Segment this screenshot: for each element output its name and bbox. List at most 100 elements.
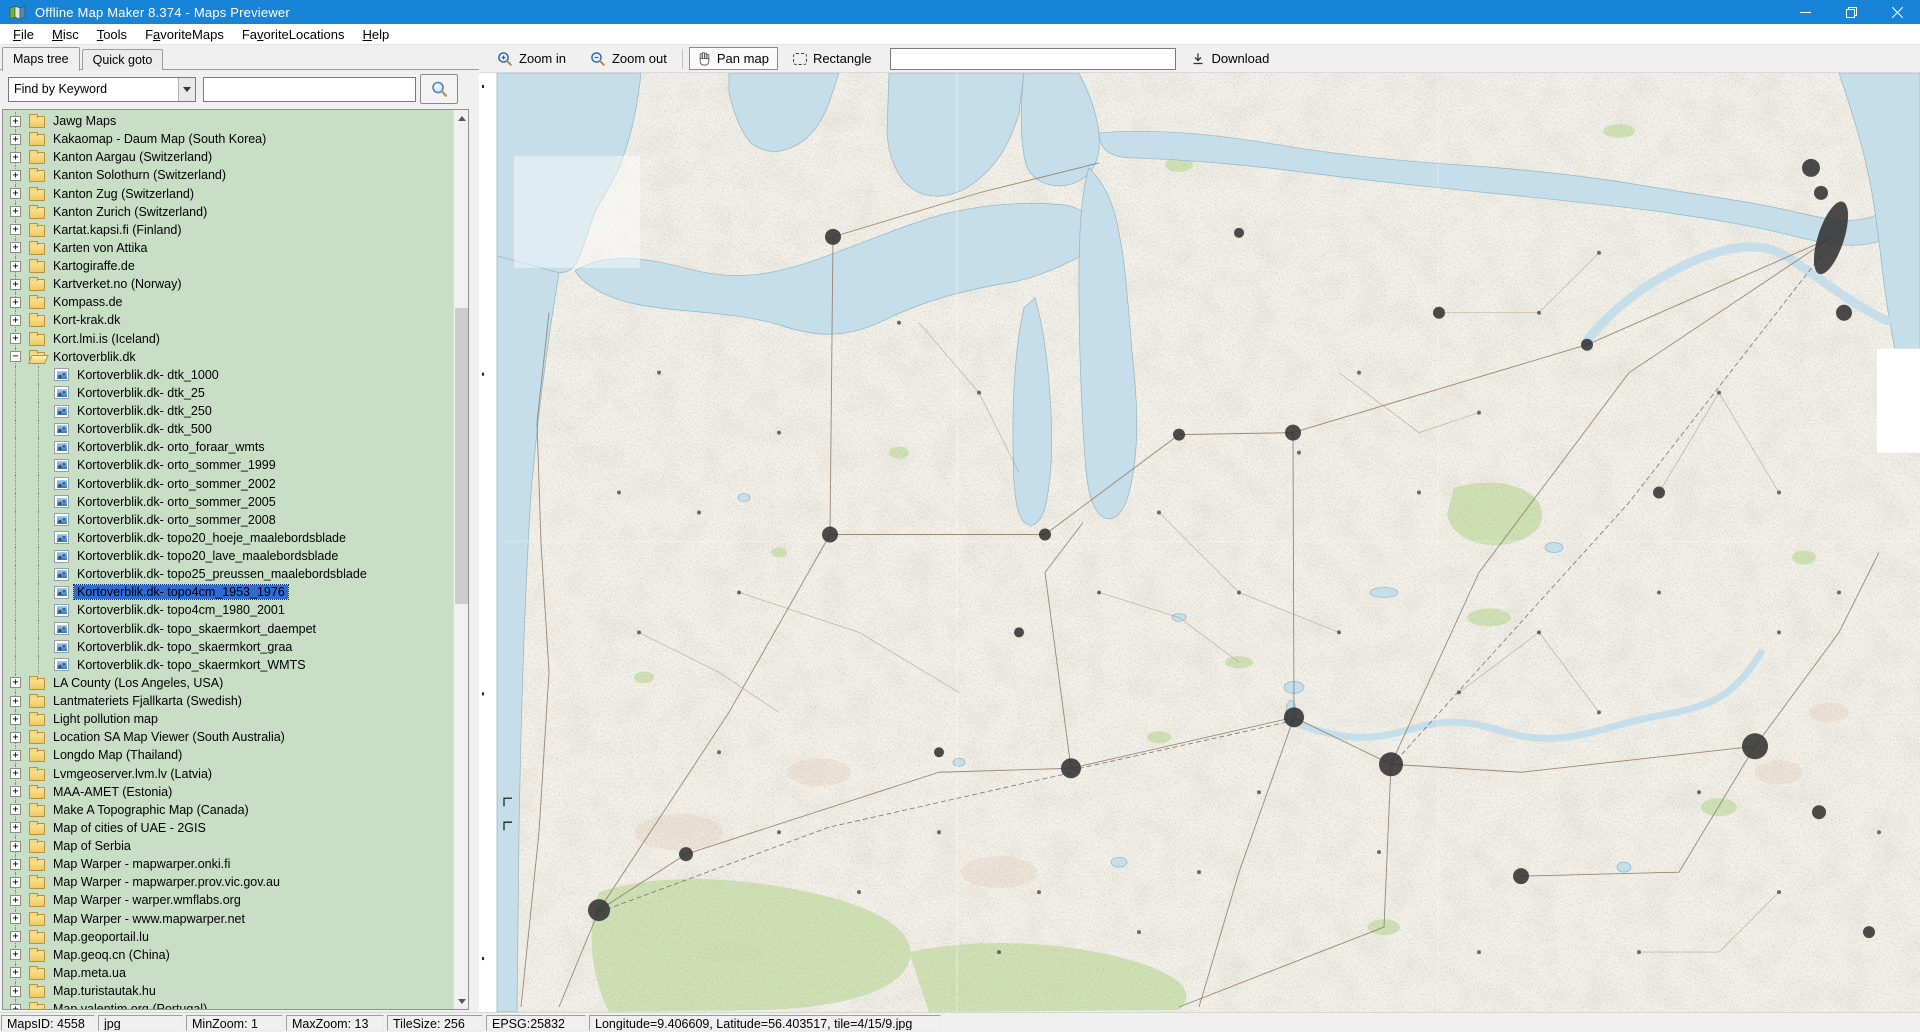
tree-item-label[interactable]: Map Warper - warper.wmflabs.org [50,893,244,907]
expand-icon[interactable]: + [10,714,21,725]
menu-item-tools[interactable]: Tools [88,25,136,44]
expand-icon[interactable]: + [10,677,21,688]
map-preview[interactable] [479,72,1920,1012]
tree-item-label[interactable]: Kortoverblik.dk- topo20_hoeje_maalebords… [74,531,349,545]
tree-item-label[interactable]: Kompass.de [50,295,125,309]
scroll-down-icon[interactable] [454,993,469,1009]
tree-item-label[interactable]: Kortoverblik.dk- topo4cm_1953_1976 [74,585,288,599]
tree-subitem[interactable]: Kortoverblik.dk- orto_foraar_wmts [3,438,453,456]
tree-item-label[interactable]: Light pollution map [50,712,161,726]
tree-item-label[interactable]: Make A Topographic Map (Canada) [50,803,252,817]
tree-subitem[interactable]: Kortoverblik.dk- topo_skaermkort_WMTS [3,656,453,674]
expand-icon[interactable]: + [10,116,21,127]
tree-item-label[interactable]: Kortoverblik.dk [50,350,139,364]
minimize-button[interactable] [1782,0,1828,24]
tree-item-label[interactable]: Kortoverblik.dk- dtk_1000 [74,368,222,382]
tree-item-label[interactable]: Kortoverblik.dk- topo_skaermkort_daempet [74,622,319,636]
tree-subitem[interactable]: Kortoverblik.dk- orto_sommer_1999 [3,456,453,474]
tree-item-label[interactable]: Kakaomap - Daum Map (South Korea) [50,132,269,146]
tree-item-label[interactable]: Longdo Map (Thailand) [50,748,185,762]
tree-item-label[interactable]: Kort.lmi.is (Iceland) [50,332,163,346]
tree-item-label[interactable]: Kortoverblik.dk- topo25_preussen_maalebo… [74,567,370,581]
tree-item-label[interactable]: Jawg Maps [50,114,119,128]
tree-item[interactable]: +Kartat.kapsi.fi (Finland) [3,221,453,239]
tree-item-label[interactable]: Map.valentim.org (Portugal) [50,1002,210,1009]
dropdown-button[interactable] [178,78,195,101]
expand-icon[interactable]: + [10,877,21,888]
tree-item[interactable]: +Kanton Zurich (Switzerland) [3,203,453,221]
tree-item-label[interactable]: Kanton Solothurn (Switzerland) [50,168,229,182]
expand-icon[interactable]: + [10,822,21,833]
tree-item-label[interactable]: Lvmgeoserver.lvm.lv (Latvia) [50,767,215,781]
expand-icon[interactable]: + [10,188,21,199]
tree-item-label[interactable]: Kortoverblik.dk- orto_sommer_2002 [74,477,279,491]
zoom-in-button[interactable]: Zoom in [488,47,575,71]
expand-icon[interactable]: + [10,333,21,344]
tree-item[interactable]: + Jawg Maps [3,112,453,130]
expand-icon[interactable]: + [10,297,21,308]
tree-item[interactable]: + Location SA Map Viewer (South Australia… [3,728,453,746]
expand-icon[interactable]: + [10,242,21,253]
tree-subitem[interactable]: Kortoverblik.dk- topo4cm_1980_2001 [3,601,453,619]
tree-item[interactable]: +Map of Serbia [3,837,453,855]
tree-item-label[interactable]: Kartogiraffe.de [50,259,138,273]
find-mode-dropdown[interactable]: Find by Keyword [8,77,196,102]
expand-icon[interactable]: + [10,768,21,779]
tree-item[interactable]: + Kompass.de [3,293,453,311]
tree-item-label[interactable]: Map.meta.ua [50,966,129,980]
menu-item-favoritemaps[interactable]: FavoriteMaps [136,25,233,44]
expand-icon[interactable]: + [10,732,21,743]
expand-icon[interactable]: + [10,804,21,815]
tree-subitem[interactable]: Kortoverblik.dk- orto_sommer_2005 [3,493,453,511]
tree-subitem[interactable]: Kortoverblik.dk- dtk_1000 [3,366,453,384]
tree-item[interactable]: + Map.meta.ua [3,964,453,982]
search-input[interactable] [203,77,416,102]
tree-item[interactable]: + Kartverket.no (Norway) [3,275,453,293]
tree-subitem[interactable]: Kortoverblik.dk- topo_skaermkort_daempet [3,620,453,638]
tree-item[interactable]: +Kartogiraffe.de [3,257,453,275]
expand-icon[interactable]: + [10,1004,21,1009]
tree-item-label[interactable]: Kartverket.no (Norway) [50,277,185,291]
tree-item[interactable]: +Map Warper - warper.wmflabs.org [3,891,453,909]
expand-icon[interactable]: + [10,134,21,145]
expand-icon[interactable]: + [10,279,21,290]
tree-item-label[interactable]: Map.geoportail.lu [50,930,152,944]
tree-item-label[interactable]: Kanton Zug (Switzerland) [50,187,197,201]
tree-item-label[interactable]: Karten von Attika [50,241,151,255]
tree-item[interactable]: + Longdo Map (Thailand) [3,746,453,764]
tree-subitem[interactable]: Kortoverblik.dk- topo_skaermkort_graa [3,638,453,656]
expand-icon[interactable]: + [10,931,21,942]
collapse-icon[interactable]: − [10,351,21,362]
expand-icon[interactable]: + [10,170,21,181]
tree-item-label[interactable]: Location SA Map Viewer (South Australia) [50,730,288,744]
expand-icon[interactable]: + [10,696,21,707]
expand-icon[interactable]: + [10,206,21,217]
tree-item[interactable]: +MAA-AMET (Estonia) [3,783,453,801]
tree-item[interactable]: + Make A Topographic Map (Canada) [3,801,453,819]
zoom-out-button[interactable]: Zoom out [581,47,676,71]
tree-item[interactable]: − Kortoverblik.dk [3,348,453,366]
tree-scrollbar[interactable] [453,110,468,1009]
tree-item-label[interactable]: Map.geoq.cn (China) [50,948,173,962]
tree-item-label[interactable]: Kanton Aargau (Switzerland) [50,150,215,164]
menu-item-help[interactable]: Help [353,25,398,44]
expand-icon[interactable]: + [10,859,21,870]
menu-item-misc[interactable]: Misc [43,25,88,44]
tree-item[interactable]: + Map of cities of UAE - 2GIS [3,819,453,837]
expand-icon[interactable]: + [10,750,21,761]
tree-subitem[interactable]: Kortoverblik.dk- topo25_preussen_maalebo… [3,565,453,583]
tree-subitem[interactable]: Kortoverblik.dk- orto_sommer_2002 [3,475,453,493]
tree-item[interactable]: +Map Warper - mapwarper.prov.vic.gov.au [3,873,453,891]
scrollbar-thumb[interactable] [455,308,468,604]
search-button[interactable] [420,74,458,104]
tree-item-label[interactable]: Map of cities of UAE - 2GIS [50,821,209,835]
tree-item[interactable]: + Kort.lmi.is (Iceland) [3,330,453,348]
tree-item-label[interactable]: Kort-krak.dk [50,313,123,327]
tree-item-label[interactable]: Kortoverblik.dk- topo20_lave_maalebordsb… [74,549,341,563]
tree-item[interactable]: + Kanton Zug (Switzerland) [3,185,453,203]
pan-map-button[interactable]: Pan map [689,47,778,70]
tree-item[interactable]: +Map Warper - www.mapwarper.net [3,910,453,928]
tree-item[interactable]: + Kakaomap - Daum Map (South Korea) [3,130,453,148]
expand-icon[interactable]: + [10,949,21,960]
expand-icon[interactable]: + [10,967,21,978]
